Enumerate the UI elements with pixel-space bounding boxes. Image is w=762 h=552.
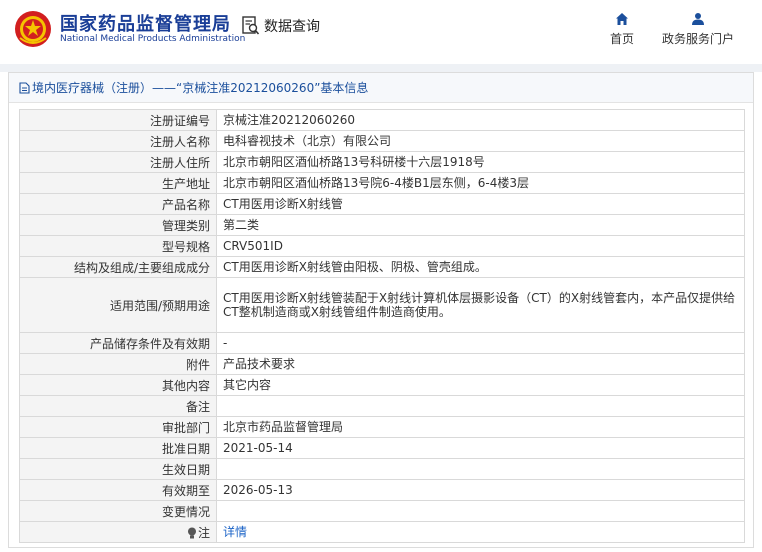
detail-value: CRV501ID — [216, 235, 745, 257]
document-search-icon — [242, 16, 260, 35]
panel-title-text: 境内医疗器械（注册）——“京械注准20212060260”基本信息 — [32, 80, 369, 95]
home-icon — [616, 13, 628, 25]
user-icon — [692, 13, 704, 25]
detail-label: 适用范围/预期用途 — [19, 277, 217, 333]
data-query-label: 数据查询 — [264, 19, 320, 35]
panel-title: 境内医疗器械（注册）——“京械注准20212060260”基本信息 — [9, 73, 753, 103]
nmpa-emblem-icon[interactable] — [14, 10, 52, 48]
detail-value: - — [216, 332, 745, 354]
brand-title[interactable]: 国家药品监督管理局 — [60, 10, 231, 36]
detail-value: 第二类 — [216, 214, 745, 236]
detail-label: 产品名称 — [19, 193, 217, 215]
detail-value: 京械注准20212060260 — [216, 109, 745, 131]
nav-home-label: 首页 — [609, 32, 634, 46]
detail-value: CT用医用诊断X射线管 — [216, 193, 745, 215]
detail-row: 适用范围/预期用途 CT用医用诊断X射线管装配于X射线计算机体层摄影设备（CT）的… — [19, 277, 745, 333]
detail-row: 结构及组成/主要组成成分 CT用医用诊断X射线管由阳极、阴极、管壳组成。 — [19, 256, 745, 278]
detail-label: 管理类别 — [19, 214, 217, 236]
detail-label: 生效日期 — [19, 458, 217, 480]
document-icon — [19, 81, 30, 94]
nav-home[interactable]: 首页 — [606, 12, 638, 47]
detail-label: 批准日期 — [19, 437, 217, 459]
detail-row: 注册人住所 北京市朝阳区酒仙桥路13号科研楼十六层1918号 — [19, 151, 745, 173]
detail-value: 产品技术要求 — [216, 353, 745, 375]
note-row: 注详情 — [19, 521, 745, 543]
detail-label: 注册人名称 — [19, 130, 217, 152]
detail-value: 2026-05-13 — [216, 479, 745, 501]
detail-value: 北京市朝阳区酒仙桥路13号院6-4楼B1层东侧，6-4楼3层 — [216, 172, 745, 194]
note-label-cell: 注 — [19, 521, 217, 543]
detail-value: 2021-05-14 — [216, 437, 745, 459]
detail-label: 注册人住所 — [19, 151, 217, 173]
detail-value — [216, 500, 745, 522]
detail-panel: 境内医疗器械（注册）——“京械注准20212060260”基本信息 注册证编号京… — [8, 72, 754, 548]
detail-row: 生产地址 北京市朝阳区酒仙桥路13号院6-4楼B1层东侧，6-4楼3层 — [19, 172, 745, 194]
detail-value: 其它内容 — [216, 374, 745, 396]
detail-label: 生产地址 — [19, 172, 217, 194]
header-divider — [0, 64, 762, 72]
detail-value: 电科睿视技术（北京）有限公司 — [216, 130, 745, 152]
detail-row: 批准日期 2021-05-14 — [19, 437, 745, 459]
detail-value: CT用医用诊断X射线管装配于X射线计算机体层摄影设备（CT）的X射线管套内，本产… — [216, 277, 745, 333]
detail-row: 注册人名称 电科睿视技术（北京）有限公司 — [19, 130, 745, 152]
note-label: 注 — [197, 525, 210, 540]
data-query-tab[interactable]: 数据查询 — [242, 16, 320, 36]
detail-value — [216, 395, 745, 417]
detail-label: 型号规格 — [19, 235, 217, 257]
detail-row: 产品名称 CT用医用诊断X射线管 — [19, 193, 745, 215]
detail-label: 变更情况 — [19, 500, 217, 522]
details-link[interactable]: 详情 — [223, 525, 247, 539]
note-value-cell: 详情 — [216, 521, 745, 543]
detail-row: 有效期至 2026-05-13 — [19, 479, 745, 501]
nav-service-portal[interactable]: 政务服务门户 — [657, 12, 739, 47]
detail-row: 注册证编号 京械注准20212060260 — [19, 109, 745, 131]
brand-subtitle: National Medical Products Administration — [60, 34, 246, 44]
detail-row: 产品储存条件及有效期 - — [19, 332, 745, 354]
detail-row: 附件 产品技术要求 — [19, 353, 745, 375]
detail-row: 审批部门 北京市药品监督管理局 — [19, 416, 745, 438]
detail-row: 管理类别 第二类 — [19, 214, 745, 236]
detail-label: 附件 — [19, 353, 217, 375]
detail-label: 产品储存条件及有效期 — [19, 332, 217, 354]
site-header: 国家药品监督管理局 National Medical Products Admi… — [0, 0, 762, 64]
detail-row: 备注 — [19, 395, 745, 417]
detail-row: 变更情况 — [19, 500, 745, 522]
detail-label: 其他内容 — [19, 374, 217, 396]
detail-row: 型号规格 CRV501ID — [19, 235, 745, 257]
detail-label: 审批部门 — [19, 416, 217, 438]
detail-value: 北京市朝阳区酒仙桥路13号科研楼十六层1918号 — [216, 151, 745, 173]
detail-table: 注册证编号 京械注准20212060260 注册人名称 电科睿视技术（北京）有限公司注… — [19, 109, 745, 543]
detail-label: 结构及组成/主要组成成分 — [19, 256, 217, 278]
detail-row: 其他内容 其它内容 — [19, 374, 745, 396]
detail-value — [216, 458, 745, 480]
detail-label: 注册证编号 — [19, 109, 217, 131]
detail-row: 生效日期 — [19, 458, 745, 480]
detail-value: 北京市药品监督管理局 — [216, 416, 745, 438]
detail-value: CT用医用诊断X射线管由阳极、阴极、管壳组成。 — [216, 256, 745, 278]
lightbulb-icon — [187, 527, 196, 538]
detail-label: 有效期至 — [19, 479, 217, 501]
nav-portal-label: 政务服务门户 — [661, 32, 734, 46]
detail-label: 备注 — [19, 395, 217, 417]
